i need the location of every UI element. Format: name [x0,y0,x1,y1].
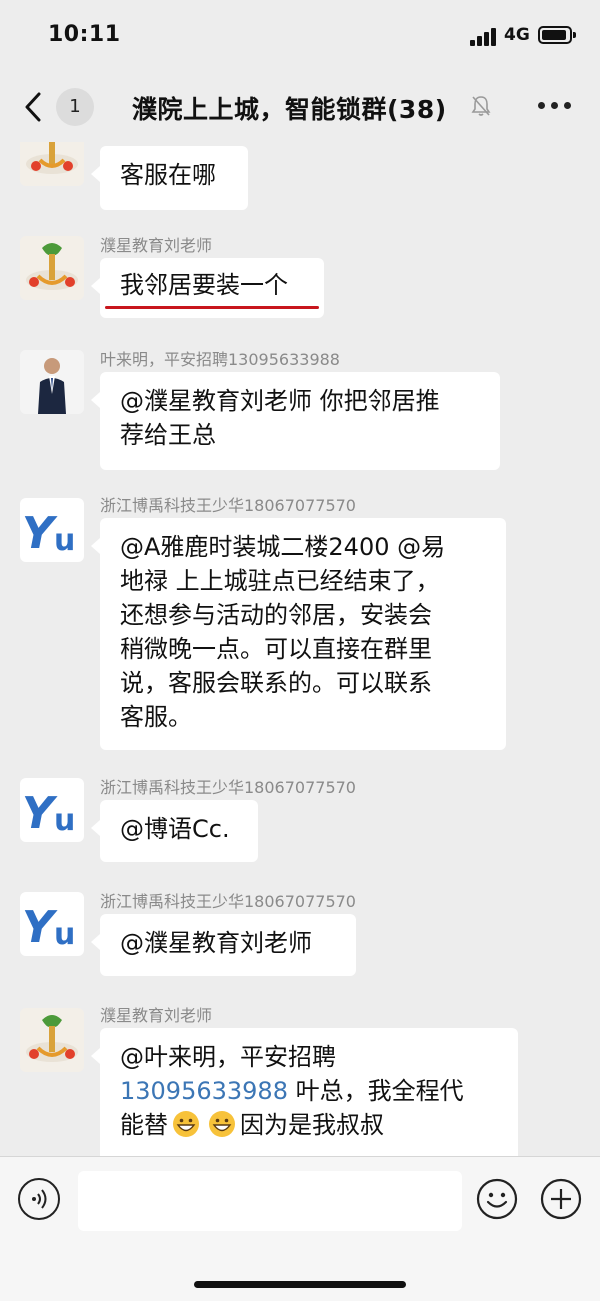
sender-name: 濮星教育刘老师 [100,236,213,255]
message-bubble[interactable]: @博语Cc. [91,800,258,862]
message-input[interactable] [78,1171,462,1231]
message-bubble[interactable]: 客服在哪 [91,146,248,210]
voice-button[interactable] [18,1178,60,1220]
message-text: 能替 [120,1111,168,1139]
highlight-underline [105,306,319,309]
svg-text:u: u [54,803,75,838]
nav-bar: 1 濮院上上城，智能锁群(38) [0,72,600,142]
svg-text:u: u [54,523,75,558]
svg-text:u: u [54,917,75,952]
signal-icon [470,28,498,46]
grinning-face-icon [209,1111,235,1137]
message-list[interactable]: 客服在哪 濮星教育刘老师 我邻居要装一个 叶来明，平安招聘13095633988… [0,142,600,1156]
emoji-icon[interactable] [476,1178,518,1220]
voice-icon [32,1189,47,1209]
phone-link[interactable]: 13095633988 [120,1077,288,1105]
battery-icon [538,26,576,44]
food-plate-avatar[interactable] [20,142,84,186]
bell-mute-icon [471,96,491,116]
message-bubble[interactable]: @濮星教育刘老师 你把邻居推 荐给王总 [91,372,500,470]
input-bar [0,1156,600,1301]
sender-name: 浙江博禹科技王少华18067077570 [100,496,356,515]
network-type: 4G [504,25,530,45]
svg-text:Y: Y [22,788,58,839]
message-bubble[interactable]: @A雅鹿时装城二楼2400 @易 地禄 上上城驻点已经结束了， 还想参与活动的邻… [91,518,506,750]
person-suit-avatar[interactable] [20,350,84,414]
message-bubble[interactable]: @濮星教育刘老师 [91,914,356,976]
yu-logo-avatar[interactable]: Yu [20,892,84,956]
yu-logo-avatar[interactable]: Yu [20,778,84,842]
sender-name: 浙江博禹科技王少华18067077570 [100,778,356,797]
unread-badge: 1 [56,88,94,126]
message-text: 叶总，我全程代 [287,1077,464,1105]
message-bubble[interactable]: @叶来明，平安招聘 13095633988 叶总，我全程代 能替 因为是我叔叔 [91,1028,518,1156]
back-button[interactable]: 1 [18,86,98,128]
sender-name: 叶来明，平安招聘13095633988 [100,350,340,369]
more-button[interactable] [538,102,572,112]
status-time: 10:11 [48,22,121,47]
sender-name: 濮星教育刘老师 [100,1006,213,1025]
home-indicator [194,1281,406,1288]
message-line: @叶来明，平安招聘 [120,1043,336,1071]
message-text: 因为是我叔叔 [240,1111,384,1139]
message-bubble[interactable]: 我邻居要装一个 [91,258,324,318]
status-bar: 10:11 4G [0,0,600,72]
svg-text:Y: Y [22,902,58,953]
plus-icon[interactable] [540,1178,582,1220]
chevron-left-icon [25,92,41,122]
grinning-face-icon [173,1111,199,1137]
svg-text:Y: Y [22,508,58,559]
food-plate-avatar[interactable] [20,1008,84,1072]
food-plate-avatar[interactable] [20,236,84,300]
chat-title: 濮院上上城，智能锁群(38) [132,95,447,124]
sender-name: 浙江博禹科技王少华18067077570 [100,892,356,911]
yu-logo-avatar[interactable]: Yu [20,498,84,562]
